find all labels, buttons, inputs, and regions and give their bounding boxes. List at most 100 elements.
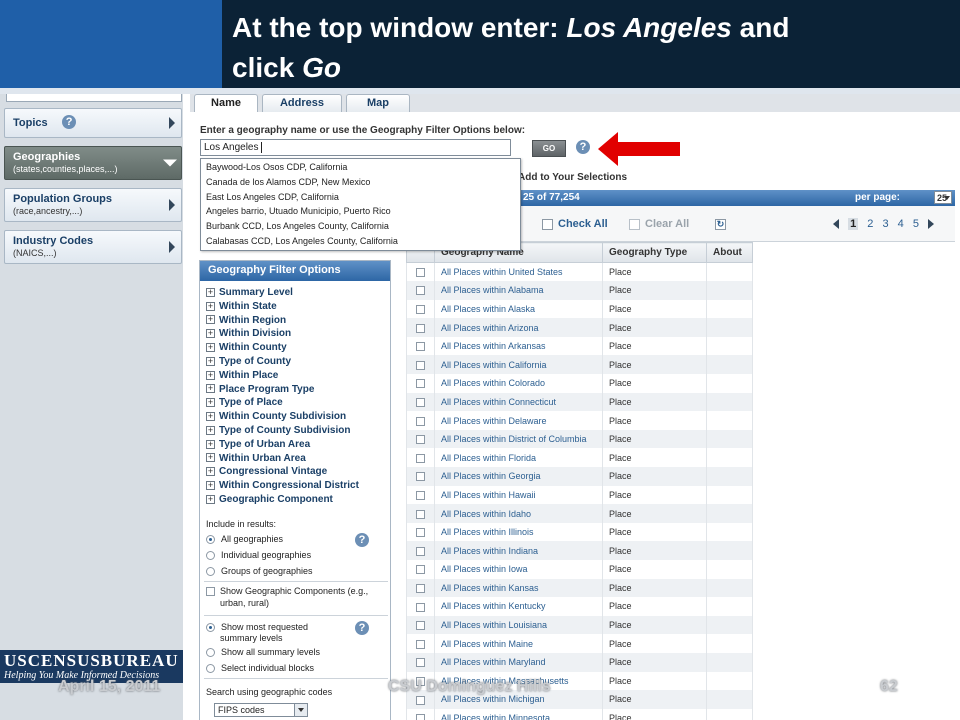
suggestion-item[interactable]: East Los Angeles CDP, California (206, 190, 515, 205)
row-checkbox[interactable] (406, 336, 435, 356)
row-checkbox[interactable] (406, 392, 435, 412)
table-row[interactable]: All Places within Kansas Place (406, 578, 753, 598)
filter-option[interactable]: + Within Urban Area (206, 453, 306, 464)
row-checkbox[interactable] (406, 318, 435, 337)
previous-page-icon[interactable] (833, 219, 839, 230)
check-all-button[interactable]: Check All (542, 218, 608, 230)
row-checkbox[interactable] (406, 429, 435, 449)
geography-name-link[interactable]: All Places within Connecticut (434, 392, 603, 412)
suggestion-item[interactable]: Baywood-Los Osos CDP, California (206, 160, 515, 175)
geography-name-link[interactable]: All Places within Alaska (434, 299, 603, 319)
expand-plus-icon[interactable]: + (206, 453, 215, 463)
expand-plus-icon[interactable]: + (206, 481, 215, 491)
expand-plus-icon[interactable]: + (206, 301, 215, 311)
show-geographic-components-checkbox[interactable]: Show Geographic Components (e.g., (206, 586, 368, 597)
tab-map[interactable]: Map (346, 94, 410, 112)
row-checkbox[interactable] (406, 578, 435, 598)
expand-plus-icon[interactable]: + (206, 439, 215, 449)
filter-option[interactable]: + Place Program Type (206, 384, 314, 395)
table-row[interactable]: All Places within Illinois Place (406, 522, 753, 542)
sidebar-panel-population-groups[interactable]: Population Groups (race,ancestry,...) (4, 188, 182, 222)
column-header-geography-type[interactable]: Geography Type (602, 242, 707, 263)
tab-address[interactable]: Address (262, 94, 342, 112)
table-row[interactable]: All Places within Hawaii Place (406, 485, 753, 505)
suggestion-item[interactable]: Canada de los Alamos CDP, New Mexico (206, 175, 515, 190)
geography-name-link[interactable]: All Places within Alabama (434, 281, 603, 300)
expand-plus-icon[interactable]: + (206, 356, 215, 366)
sidebar-panel-topics[interactable]: Topics ? (4, 108, 182, 138)
clear-all-button[interactable]: Clear All (629, 218, 689, 230)
row-checkbox[interactable] (406, 467, 435, 486)
row-checkbox[interactable] (406, 281, 435, 300)
radio-individual-geographies[interactable]: Individual geographies (206, 550, 311, 561)
geography-name-link[interactable]: All Places within Arizona (434, 318, 603, 337)
row-checkbox[interactable] (406, 374, 435, 393)
filter-option[interactable]: + Type of County Subdivision (206, 425, 350, 436)
row-checkbox[interactable] (406, 708, 435, 720)
row-checkbox[interactable] (406, 634, 435, 653)
row-checkbox[interactable] (406, 597, 435, 616)
geography-name-link[interactable]: All Places within Maryland (434, 652, 603, 672)
table-row[interactable]: All Places within Florida Place (406, 448, 753, 468)
filter-option[interactable]: + Within Congressional District (206, 480, 359, 491)
table-row[interactable]: All Places within Indiana Place (406, 541, 753, 560)
suggestion-item[interactable]: Angeles barrio, Utuado Municipio, Puerto… (206, 204, 515, 219)
geography-name-link[interactable]: All Places within Illinois (434, 522, 603, 542)
table-row[interactable]: All Places within Alaska Place (406, 299, 753, 319)
filter-option[interactable]: + Type of County (206, 356, 291, 367)
filter-option[interactable]: + Type of Urban Area (206, 439, 310, 450)
filter-option[interactable]: + Within State (206, 301, 277, 312)
page-1[interactable]: 1 (848, 218, 859, 230)
expand-plus-icon[interactable]: + (206, 384, 215, 394)
expand-plus-icon[interactable]: + (206, 315, 215, 325)
row-checkbox[interactable] (406, 652, 435, 672)
page-3[interactable]: 3 (882, 218, 888, 230)
expand-plus-icon[interactable]: + (206, 370, 215, 380)
sidebar-panel-industry-codes[interactable]: Industry Codes (NAICS,...) (4, 230, 182, 264)
row-checkbox[interactable] (406, 485, 435, 505)
row-checkbox[interactable] (406, 615, 435, 635)
radio-show-all-summary-levels[interactable]: Show all summary levels (206, 647, 320, 658)
filter-option[interactable]: + Within County Subdivision (206, 411, 346, 422)
table-row[interactable]: All Places within Arizona Place (406, 318, 753, 337)
expand-plus-icon[interactable]: + (206, 494, 215, 504)
expand-plus-icon[interactable]: + (206, 287, 215, 297)
row-checkbox[interactable] (406, 504, 435, 523)
page-5[interactable]: 5 (913, 218, 919, 230)
filter-option[interactable]: + Within Region (206, 315, 286, 326)
row-checkbox[interactable] (406, 522, 435, 542)
expand-plus-icon[interactable]: + (206, 412, 215, 422)
geography-name-link[interactable]: All Places within California (434, 355, 603, 375)
suggestion-item[interactable]: Burbank CCD, Los Angeles County, Califor… (206, 219, 515, 234)
refresh-button[interactable]: ↻ (715, 218, 731, 230)
suggestion-item[interactable]: Calabasas CCD, Los Angeles County, Calif… (206, 234, 515, 249)
geography-name-link[interactable]: All Places within Indiana (434, 541, 603, 560)
page-2[interactable]: 2 (867, 218, 873, 230)
geography-name-link[interactable]: All Places within Florida (434, 448, 603, 468)
row-checkbox[interactable] (406, 355, 435, 375)
fips-codes-select[interactable]: FIPS codes (214, 703, 308, 717)
geography-name-link[interactable]: All Places within Louisiana (434, 615, 603, 635)
row-checkbox[interactable] (406, 560, 435, 579)
filter-option[interactable]: + Within Division (206, 328, 291, 339)
radio-all-geographies[interactable]: All geographies (206, 534, 283, 545)
geography-name-link[interactable]: All Places within Maine (434, 634, 603, 653)
table-row[interactable]: All Places within Kentucky Place (406, 597, 753, 616)
table-row[interactable]: All Places within Louisiana Place (406, 615, 753, 635)
table-row[interactable]: All Places within Maine Place (406, 634, 753, 653)
geography-name-link[interactable]: All Places within District of Columbia (434, 429, 603, 449)
geography-name-link[interactable]: All Places within Kentucky (434, 597, 603, 616)
table-row[interactable]: All Places within Iowa Place (406, 560, 753, 579)
per-page-select[interactable]: 25 (934, 191, 952, 204)
filter-option[interactable]: + Within Place (206, 370, 278, 381)
row-checkbox[interactable] (406, 541, 435, 560)
geography-search-input[interactable]: Los Angeles (200, 139, 511, 156)
geography-name-link[interactable]: All Places within Idaho (434, 504, 603, 523)
next-page-icon[interactable] (928, 219, 934, 230)
filter-option[interactable]: + Congressional Vintage (206, 466, 327, 477)
filter-option[interactable]: + Summary Level (206, 287, 293, 298)
filter-option[interactable]: + Within County (206, 342, 287, 353)
geography-name-link[interactable]: All Places within United States (434, 262, 603, 282)
row-checkbox[interactable] (406, 262, 435, 282)
table-row[interactable]: All Places within Georgia Place (406, 467, 753, 486)
